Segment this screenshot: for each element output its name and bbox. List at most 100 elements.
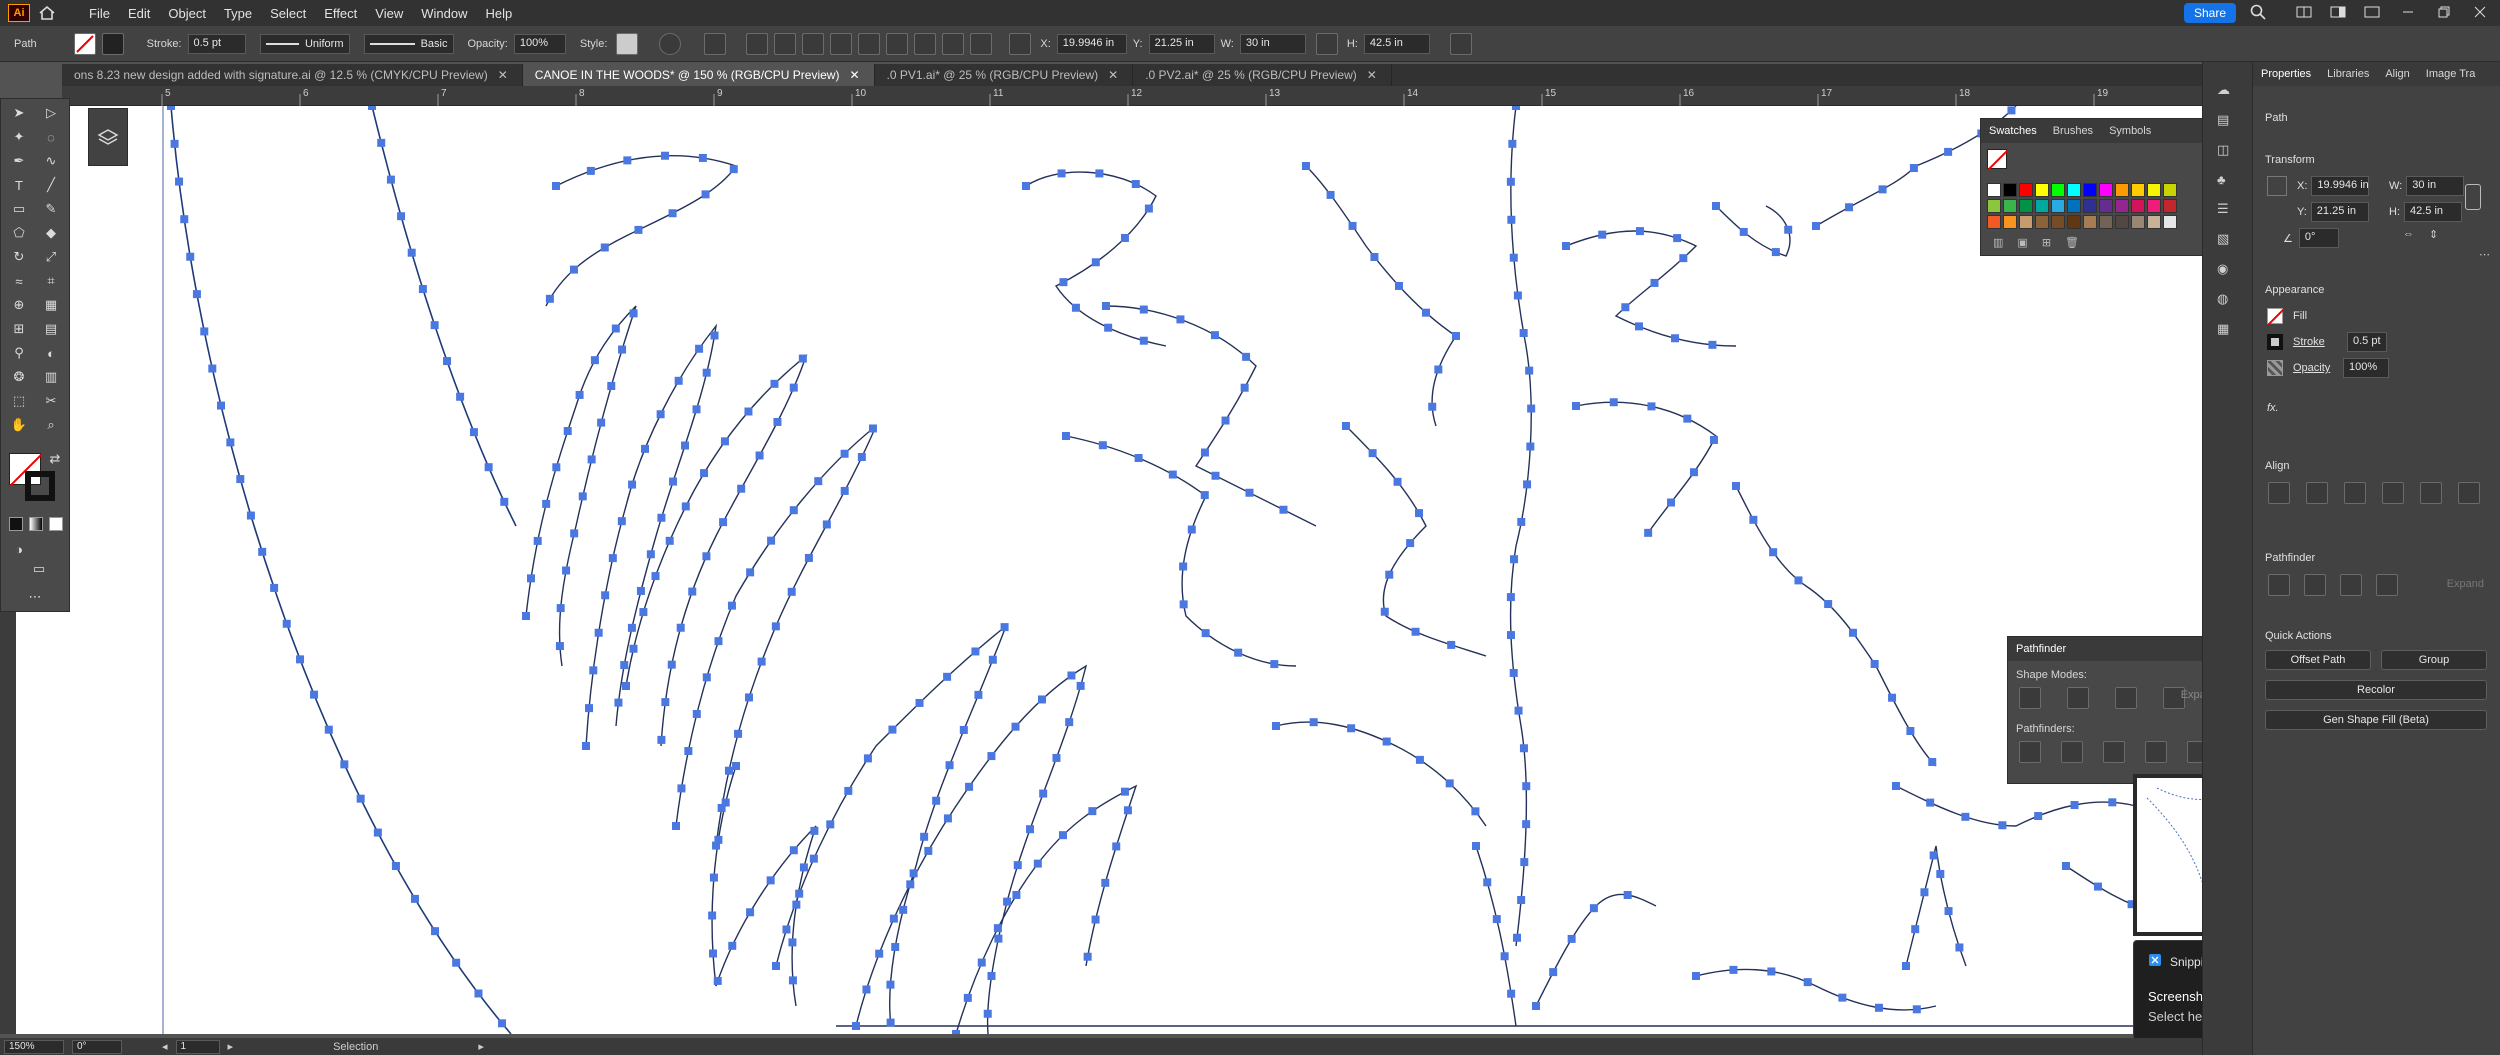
intersect-icon[interactable] [2115,687,2137,709]
anchor-point[interactable] [713,976,722,985]
recolor-icon[interactable] [659,32,682,55]
anchor-point[interactable] [1067,671,1076,680]
anchor-point[interactable] [1057,169,1066,178]
anchor-point[interactable] [987,971,996,980]
color-swatch[interactable] [2067,183,2081,197]
anchor-point[interactable] [684,747,693,756]
anchor-point[interactable] [698,153,707,162]
props-x-field[interactable]: 19.9946 in [2311,176,2370,196]
anchor-point[interactable] [618,345,627,354]
restore-icon[interactable] [2438,6,2450,21]
anchor-point[interactable] [1342,422,1350,430]
anchor-point[interactable] [727,601,736,610]
anchor-point[interactable] [1492,915,1501,924]
color-swatch[interactable] [2131,215,2145,229]
anchor-point[interactable] [600,243,609,252]
minus-front-icon[interactable] [2304,574,2326,596]
anchor-point[interactable] [623,156,632,165]
anchor-point[interactable] [1120,787,1129,796]
anchor-point[interactable] [977,958,986,967]
anchor-point[interactable] [1058,831,1067,840]
color-swatch[interactable] [2131,199,2145,213]
anchor-point[interactable] [840,449,849,458]
stroke-swatch[interactable] [101,32,124,55]
anchor-point[interactable] [1394,281,1403,290]
mesh-tool[interactable]: ⊞ [9,319,29,339]
anchor-point[interactable] [1928,758,1937,767]
anchor-point[interactable] [868,424,877,433]
anchor-point[interactable] [552,182,560,190]
search-icon[interactable] [2250,4,2266,23]
anchor-point[interactable] [639,608,648,617]
anchor-point[interactable] [589,666,598,675]
y-field[interactable]: 21.25 in [1148,33,1215,54]
anchor-point[interactable] [1902,962,1910,970]
w-field[interactable]: 30 in [1239,33,1306,54]
anchor-point[interactable] [310,690,319,699]
anchor-point[interactable] [840,486,849,495]
anchor-point[interactable] [1131,179,1140,188]
crop-icon[interactable] [2145,741,2167,763]
shaper-tool[interactable]: ⬠ [9,223,29,243]
anchor-point[interactable] [1422,308,1431,317]
anchor-point[interactable] [720,437,729,446]
anchor-point[interactable] [1037,695,1046,704]
fx-button[interactable]: fx. [2267,402,2279,414]
anchor-point[interactable] [1279,505,1288,514]
anchor-point[interactable] [932,796,941,805]
anchor-point[interactable] [773,417,782,426]
anchor-point[interactable] [1892,782,1900,790]
close-icon[interactable]: ✕ [1108,68,1118,86]
tab-doc-1[interactable]: ons 8.23 new design added with signature… [62,64,523,86]
color-swatch[interactable] [2067,199,2081,213]
anchor-point[interactable] [709,949,718,958]
color-swatch[interactable] [2035,215,2049,229]
anchor-point[interactable] [167,106,175,110]
anchor-point[interactable] [533,536,542,545]
color-swatch[interactable] [2099,183,2113,197]
anchor-point[interactable] [575,390,584,399]
anchor-point[interactable] [993,924,1002,933]
anchor-point[interactable] [1634,322,1643,331]
artboard-nav-next-icon[interactable]: ▸ [228,1040,234,1053]
anchor-point[interactable] [1729,965,1738,974]
anchor-point[interactable] [397,212,406,221]
anchor-point[interactable] [1088,807,1097,816]
anchor-point[interactable] [2108,798,2117,807]
anchor-point[interactable] [952,1030,960,1034]
anchor-point[interactable] [746,568,755,577]
transform-ref-icon[interactable] [1009,32,1032,55]
anchor-point[interactable] [586,166,595,175]
anchor-point[interactable] [822,520,831,529]
gen-shape-fill-button[interactable]: Gen Shape Fill (Beta) [2265,710,2487,730]
anchor-point[interactable] [555,642,564,651]
color-swatch[interactable] [2099,199,2113,213]
anchor-point[interactable] [714,637,723,646]
eraser-tool[interactable]: ◆ [41,223,61,243]
anchor-point[interactable] [641,444,650,453]
flip-vertical-icon[interactable]: ⇕ [2429,228,2438,241]
anchor-point[interactable] [236,475,245,484]
close-icon[interactable]: ✕ [1367,68,1377,86]
anchor-point[interactable] [692,405,701,414]
anchor-point[interactable] [688,587,697,596]
anchor-point[interactable] [629,309,638,318]
anchor-point[interactable] [1428,402,1437,411]
anchor-point[interactable] [983,1009,992,1018]
anchor-point[interactable] [628,480,637,489]
screen-mode-icon[interactable]: ▭ [29,559,49,579]
magic-wand-tool[interactable]: ✦ [9,127,29,147]
anchor-point[interactable] [1059,278,1068,287]
anchor-point[interactable] [1211,471,1220,480]
anchor-point[interactable] [1845,203,1854,212]
anchor-point[interactable] [587,455,596,464]
edit-toolbar-icon[interactable]: ⋯ [25,587,45,607]
anchor-point[interactable] [771,622,780,631]
anchor-point[interactable] [620,661,629,670]
anchor-point[interactable] [1052,753,1061,762]
anchor-point[interactable] [2062,862,2070,870]
anchor-point[interactable] [340,760,349,769]
anchor-point[interactable] [1415,755,1424,764]
anchor-point[interactable] [792,900,801,909]
anchor-point[interactable] [1368,449,1377,458]
